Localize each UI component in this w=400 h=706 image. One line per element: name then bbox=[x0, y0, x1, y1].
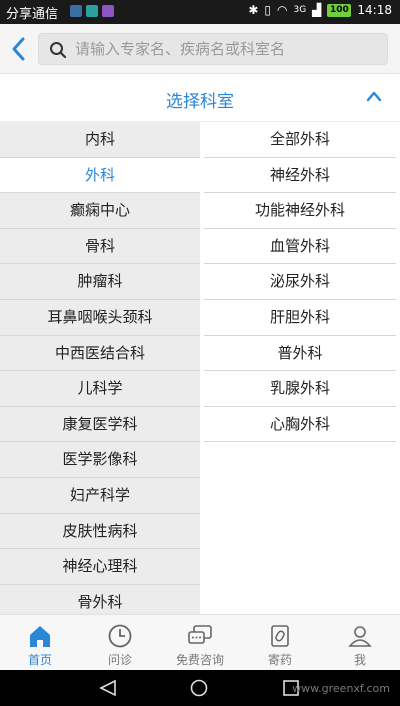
back-arrow-icon[interactable] bbox=[8, 35, 30, 63]
sub-item-breast-surgery[interactable]: 乳腺外科 bbox=[204, 371, 396, 407]
chevron-up-icon[interactable] bbox=[366, 90, 382, 102]
app-notification-icon bbox=[70, 5, 82, 17]
clock-icon bbox=[108, 624, 132, 648]
sub-item-functional-neurosurgery[interactable]: 功能神经外科 bbox=[204, 193, 396, 229]
nav-me-label: 我 bbox=[353, 653, 366, 667]
category-item-surgery[interactable]: 外科 bbox=[0, 157, 200, 194]
home-icon bbox=[30, 626, 50, 647]
bluetooth-icon: ✱ bbox=[248, 3, 259, 17]
department-category-list: 内科 外科 癫痫中心 骨科 肿瘤科 耳鼻咽喉头颈科 中西医结合科 儿科学 康复医… bbox=[0, 122, 200, 614]
signal-icon: ▟ bbox=[312, 3, 322, 17]
category-item-integrative[interactable]: 中西医结合科 bbox=[0, 336, 200, 372]
sub-item-general-surgery[interactable]: 普外科 bbox=[204, 336, 396, 372]
sub-item-all-surgery[interactable]: 全部外科 bbox=[204, 122, 396, 158]
nav-me[interactable]: 我 bbox=[320, 615, 400, 670]
nav-medicine[interactable]: 寄药 bbox=[240, 615, 320, 670]
app-notification-icon bbox=[86, 5, 98, 17]
category-item-dermatology[interactable]: 皮肤性病科 bbox=[0, 514, 200, 550]
wifi-icon: ◠ bbox=[276, 3, 288, 17]
vibrate-icon: ▯ bbox=[264, 3, 271, 17]
chat-bubbles-icon bbox=[188, 625, 212, 644]
search-input[interactable] bbox=[75, 34, 380, 64]
carrier-label: 分享通信 bbox=[6, 7, 59, 22]
category-item-internal[interactable]: 内科 bbox=[0, 122, 200, 158]
user-icon bbox=[348, 626, 372, 647]
nav-free-consult-label: 免费咨询 bbox=[175, 653, 224, 667]
home-circle-icon[interactable] bbox=[190, 679, 208, 697]
sub-item-neurosurgery[interactable]: 神经外科 bbox=[204, 158, 396, 194]
status-icons: ✱ ▯ ◠ 3G ▟ 100 14:18 bbox=[248, 3, 392, 17]
category-item-obstetrics[interactable]: 妇产科学 bbox=[0, 478, 200, 514]
nav-home[interactable]: 首页 bbox=[0, 615, 80, 670]
category-item-rehabilitation[interactable]: 康复医学科 bbox=[0, 407, 200, 443]
search-header bbox=[0, 24, 400, 74]
category-item-pediatrics[interactable]: 儿科学 bbox=[0, 371, 200, 407]
nav-consult-label: 问诊 bbox=[107, 653, 132, 667]
network-type: 3G bbox=[293, 5, 307, 15]
bottom-nav: 首页 问诊 免费咨询 寄药 我 bbox=[0, 614, 400, 670]
sub-item-cardiothoracic[interactable]: 心胸外科 bbox=[204, 407, 396, 443]
clock: 14:18 bbox=[357, 3, 392, 17]
search-box[interactable] bbox=[38, 33, 388, 65]
sub-department-list: 全部外科 神经外科 功能神经外科 血管外科 泌尿外科 肝胆外科 普外科 乳腺外科… bbox=[204, 122, 396, 443]
nav-medicine-label: 寄药 bbox=[267, 653, 292, 667]
category-item-oncology[interactable]: 肿瘤科 bbox=[0, 264, 200, 300]
category-item-imaging[interactable]: 医学影像科 bbox=[0, 442, 200, 478]
department-selector[interactable]: 选择科室 bbox=[0, 74, 400, 122]
sub-item-hepatobiliary[interactable]: 肝胆外科 bbox=[204, 300, 396, 336]
status-bar: 分享通信 ✱ ▯ ◠ 3G ▟ 100 14:18 bbox=[0, 0, 400, 24]
category-item-epilepsy[interactable]: 癫痫中心 bbox=[0, 193, 200, 229]
category-item-orthopedic-surgery[interactable]: 骨外科 bbox=[0, 585, 200, 614]
system-nav-bar: www.greenxf.com bbox=[0, 670, 400, 706]
battery-icon: 100 bbox=[327, 3, 352, 17]
nav-consult[interactable]: 问诊 bbox=[80, 615, 160, 670]
medicine-icon bbox=[271, 625, 289, 647]
back-triangle-icon[interactable] bbox=[98, 679, 118, 697]
notification-icons bbox=[70, 5, 114, 17]
category-item-orthopedics[interactable]: 骨科 bbox=[0, 229, 200, 265]
category-item-neuropsychology[interactable]: 神经心理科 bbox=[0, 549, 200, 585]
sub-item-vascular-surgery[interactable]: 血管外科 bbox=[204, 229, 396, 265]
search-icon bbox=[50, 42, 67, 59]
watermark: www.greenxf.com bbox=[292, 682, 390, 695]
nav-free-consult[interactable]: 免费咨询 bbox=[160, 615, 240, 670]
sub-item-urology[interactable]: 泌尿外科 bbox=[204, 264, 396, 300]
category-item-ent[interactable]: 耳鼻咽喉头颈科 bbox=[0, 300, 200, 336]
app-notification-icon bbox=[102, 5, 114, 17]
nav-home-label: 首页 bbox=[27, 653, 52, 667]
department-title: 选择科室 bbox=[166, 92, 234, 112]
